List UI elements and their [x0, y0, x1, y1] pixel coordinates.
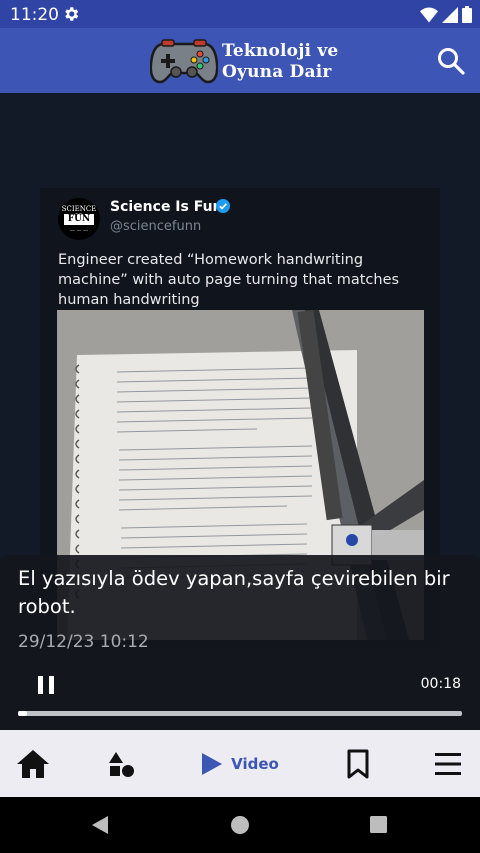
logo-line-2: Oyuna Dair: [222, 62, 332, 82]
nav-item-video[interactable]: Video: [190, 730, 290, 797]
wifi-icon: [420, 7, 438, 22]
nav-item-bookmarks[interactable]: [325, 730, 391, 797]
pause-icon[interactable]: [37, 675, 55, 695]
nav-item-categories[interactable]: [88, 730, 154, 797]
back-icon[interactable]: [90, 815, 110, 835]
tweet-author-handle: @sciencefunn: [110, 219, 202, 234]
play-icon: [202, 752, 223, 775]
app-logo[interactable]: Teknoloji ve Oyuna Dair: [150, 34, 340, 88]
signal-icon: [442, 6, 458, 23]
logo-line-1: Teknoloji ve: [222, 41, 339, 61]
menu-icon: [435, 752, 461, 775]
avatar: SCIENCE IS FUN — — —: [58, 198, 100, 240]
app-logo-text: Teknoloji ve Oyuna Dair: [222, 41, 338, 83]
app-bar: Teknoloji ve Oyuna Dair: [0, 28, 480, 93]
system-navigation-bar: [0, 797, 480, 853]
status-time: 11:20: [10, 5, 59, 25]
video-date: 29/12/23 10:12: [18, 632, 149, 652]
search-icon[interactable]: [436, 46, 466, 76]
video-duration: 00:18: [420, 676, 461, 692]
bottom-nav: Video: [0, 730, 480, 797]
tweet-body: Engineer created “Homework handwriting m…: [58, 252, 400, 308]
gamepad-icon: [150, 39, 218, 84]
status-bar: 11:20: [0, 0, 480, 28]
video-caption: El yazısıyla ödev yapan,sayfa çevirebile…: [18, 567, 450, 618]
tweet-author-name: Science Is Fun: [110, 199, 223, 215]
verified-icon: [216, 199, 230, 213]
video-progress-bar[interactable]: [18, 711, 462, 716]
video-progress-fill: [18, 711, 27, 716]
recents-icon[interactable]: [370, 816, 387, 833]
bookmark-icon: [347, 749, 369, 778]
nav-item-video-label: Video: [231, 754, 279, 773]
battery-icon: [462, 6, 472, 23]
home-icon: [17, 749, 49, 778]
gear-icon: [65, 7, 79, 21]
shapes-icon: [109, 751, 134, 777]
home-circle-icon[interactable]: [230, 815, 250, 835]
nav-item-home[interactable]: [0, 730, 66, 797]
nav-item-menu[interactable]: [415, 730, 480, 797]
